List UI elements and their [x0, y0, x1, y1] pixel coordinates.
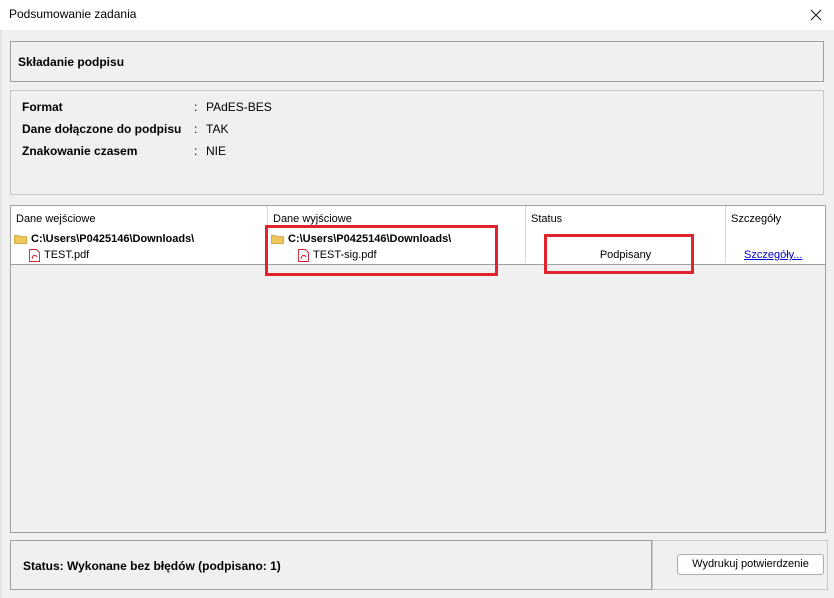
cell-details — [726, 231, 825, 247]
window-title: Podsumowanie zadania — [9, 7, 137, 21]
status-text: Status: Wykonane bez błędów (podpisano: … — [23, 559, 281, 573]
property-value: PAdES-BES — [206, 100, 272, 114]
property-value: NIE — [206, 144, 227, 158]
cell-input: TEST.pdf — [11, 247, 268, 263]
section-header-panel: Składanie podpisu — [10, 41, 824, 82]
property-separator: : — [194, 100, 198, 114]
status-bar: Status: Wykonane bez błędów (podpisano: … — [10, 540, 652, 590]
window-left-edge — [0, 30, 2, 598]
folder-icon — [14, 235, 27, 244]
file-name: TEST.pdf — [44, 249, 90, 261]
property-label: Znakowanie czasem — [22, 144, 138, 158]
property-label: Dane dołączone do podpisu — [22, 122, 182, 136]
column-header-details[interactable]: Szczegóły — [726, 206, 825, 231]
column-header-status[interactable]: Status — [526, 206, 726, 231]
property-separator: : — [194, 122, 198, 136]
highlight-output-box — [265, 225, 498, 276]
section-title: Składanie podpisu — [18, 55, 125, 69]
highlight-status-box — [544, 234, 694, 274]
folder-path: C:\Users\P0425146\Downloads\ — [31, 233, 195, 245]
property-value: TAK — [206, 122, 229, 136]
column-header-input[interactable]: Dane wejściowe — [11, 206, 268, 231]
cell-input: C:\Users\P0425146\Downloads\ — [11, 231, 268, 247]
properties-panel: Format : PAdES-BES Dane dołączone do pod… — [10, 90, 824, 195]
property-label: Format — [22, 100, 63, 114]
details-link[interactable]: Szczegóły... — [744, 249, 803, 261]
pdf-icon — [29, 248, 40, 262]
property-separator: : — [194, 144, 198, 158]
cell-details: Szczegóły... — [726, 247, 825, 263]
title-bar: Podsumowanie zadania — [0, 0, 834, 30]
print-confirmation-button[interactable]: Wydrukuj potwierdzenie — [677, 554, 824, 575]
close-button[interactable] — [798, 0, 834, 30]
close-icon — [810, 9, 822, 21]
table-body: C:\Users\P0425146\Downloads\ C:\Users\P0… — [11, 231, 825, 532]
